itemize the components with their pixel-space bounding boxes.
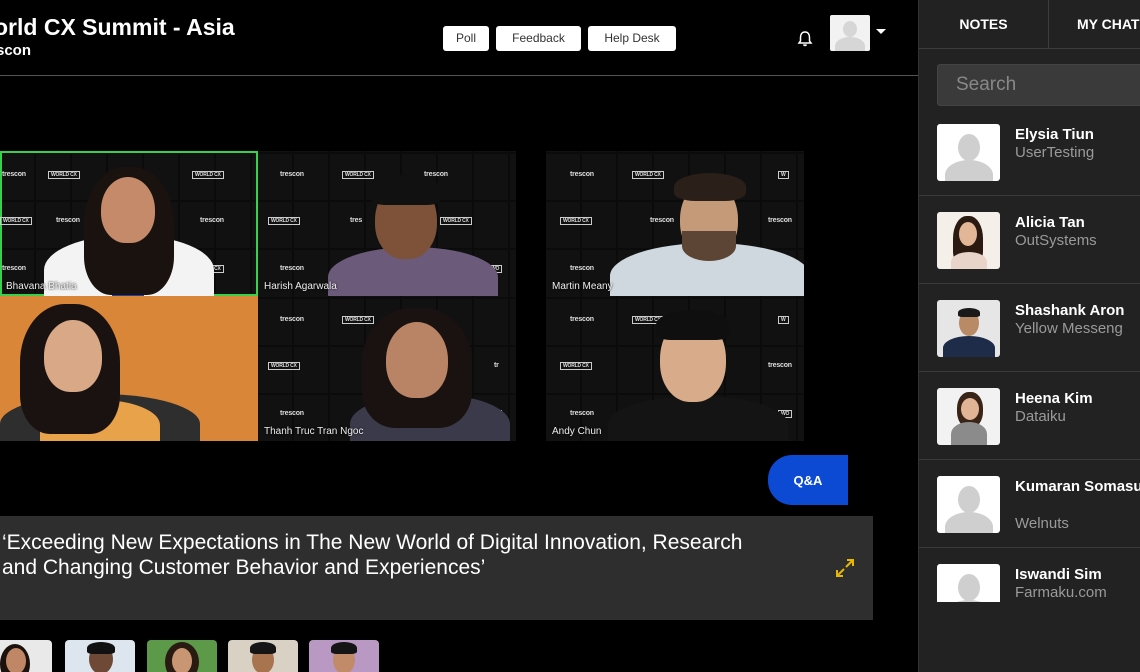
tab-my-chat[interactable]: MY CHAT (1077, 0, 1139, 48)
expand-icon[interactable] (834, 557, 856, 579)
main-stage-area: orld CX Summit - Asia scon Poll Feedback… (0, 0, 918, 672)
attendee-name: Heena Kim (1015, 390, 1093, 407)
speaker-name: Harish Agarwala (264, 281, 337, 292)
speaker-thumbnail[interactable] (65, 640, 135, 672)
attendee-name: Elysia Tiun (1015, 126, 1094, 143)
attendee-name: Iswandi Sim (1015, 566, 1102, 583)
attendee-company: Dataiku (1015, 408, 1066, 425)
speaker-thumbnail[interactable] (147, 640, 217, 672)
attendee-item[interactable]: Alicia Tan OutSystems (919, 196, 1140, 284)
bell-icon[interactable] (795, 29, 815, 49)
attendee-list: Elysia Tiun UserTesting Alicia Tan OutSy… (919, 108, 1140, 602)
video-tile[interactable]: trescon WORLD CX WORLD CX trescon tresco… (0, 151, 258, 296)
session-title-box: ‘Exceeding New Expectations in The New W… (0, 516, 873, 620)
side-panel: NOTES MY CHAT Elysia Tiun UserTesting Al… (918, 0, 1140, 672)
session-title: ‘Exceeding New Expectations in The New W… (2, 531, 743, 579)
event-organizer: scon (0, 42, 32, 59)
video-tile[interactable]: trescon WORLD CX W WORLD CX trescon tres… (546, 151, 804, 296)
video-tile[interactable]: trescon WORLD CX trescon WORLD CX tr tre… (258, 296, 516, 441)
avatar (937, 564, 1000, 602)
header-divider (0, 75, 918, 76)
video-tile[interactable] (0, 296, 258, 441)
speaker-thumbnail[interactable] (228, 640, 298, 672)
avatar (937, 124, 1000, 181)
avatar (937, 300, 1000, 357)
attendee-name: Alicia Tan (1015, 214, 1085, 231)
speaker-name: Bhavana Bhatia (6, 281, 77, 292)
speaker-name: Martin Meany (552, 281, 613, 292)
attendee-name: Shashank Aron (1015, 302, 1125, 319)
help-desk-button[interactable]: Help Desk (588, 26, 676, 51)
speaker-thumbnail[interactable] (309, 640, 379, 672)
panel-tabs: NOTES MY CHAT (919, 0, 1140, 49)
qa-button[interactable]: Q&A (768, 455, 848, 505)
speaker-video-grid: trescon WORLD CX WORLD CX trescon tresco… (0, 151, 840, 441)
speaker-thumbnail-strip (0, 640, 918, 672)
attendee-company: Farmaku.com (1015, 584, 1107, 601)
video-tile[interactable]: trescon WORLD CX trescon WORLD CX tres W… (258, 151, 516, 296)
attendee-item[interactable]: Shashank Aron Yellow Messeng (919, 284, 1140, 372)
avatar (937, 388, 1000, 445)
attendee-name: Kumaran Somasundram (1015, 478, 1140, 495)
attendee-item[interactable]: Iswandi Sim Farmaku.com (919, 548, 1140, 602)
caret-down-icon[interactable] (874, 26, 888, 36)
attendee-item[interactable]: Heena Kim Dataiku (919, 372, 1140, 460)
attendee-item[interactable]: Kumaran Somasundram Welnuts (919, 460, 1140, 548)
attendee-company: UserTesting (1015, 144, 1095, 161)
search-input[interactable] (937, 64, 1140, 106)
feedback-button[interactable]: Feedback (496, 26, 581, 51)
avatar (937, 212, 1000, 269)
poll-button[interactable]: Poll (443, 26, 489, 51)
attendee-item[interactable]: Elysia Tiun UserTesting (919, 108, 1140, 196)
event-title: orld CX Summit - Asia (0, 14, 235, 40)
speaker-name: Thanh Truc Tran Ngoc (264, 426, 364, 437)
tab-notes[interactable]: NOTES (919, 0, 1049, 48)
speaker-name: Andy Chun (552, 426, 602, 437)
attendee-company: Yellow Messeng (1015, 320, 1123, 337)
avatar (937, 476, 1000, 533)
attendee-company: OutSystems (1015, 232, 1097, 249)
attendee-company: Welnuts (1015, 515, 1069, 532)
user-avatar[interactable] (830, 15, 870, 51)
video-tile[interactable]: trescon WORLD CX W WORLD CX trescon tres… (546, 296, 804, 441)
speaker-thumbnail[interactable] (0, 640, 52, 672)
